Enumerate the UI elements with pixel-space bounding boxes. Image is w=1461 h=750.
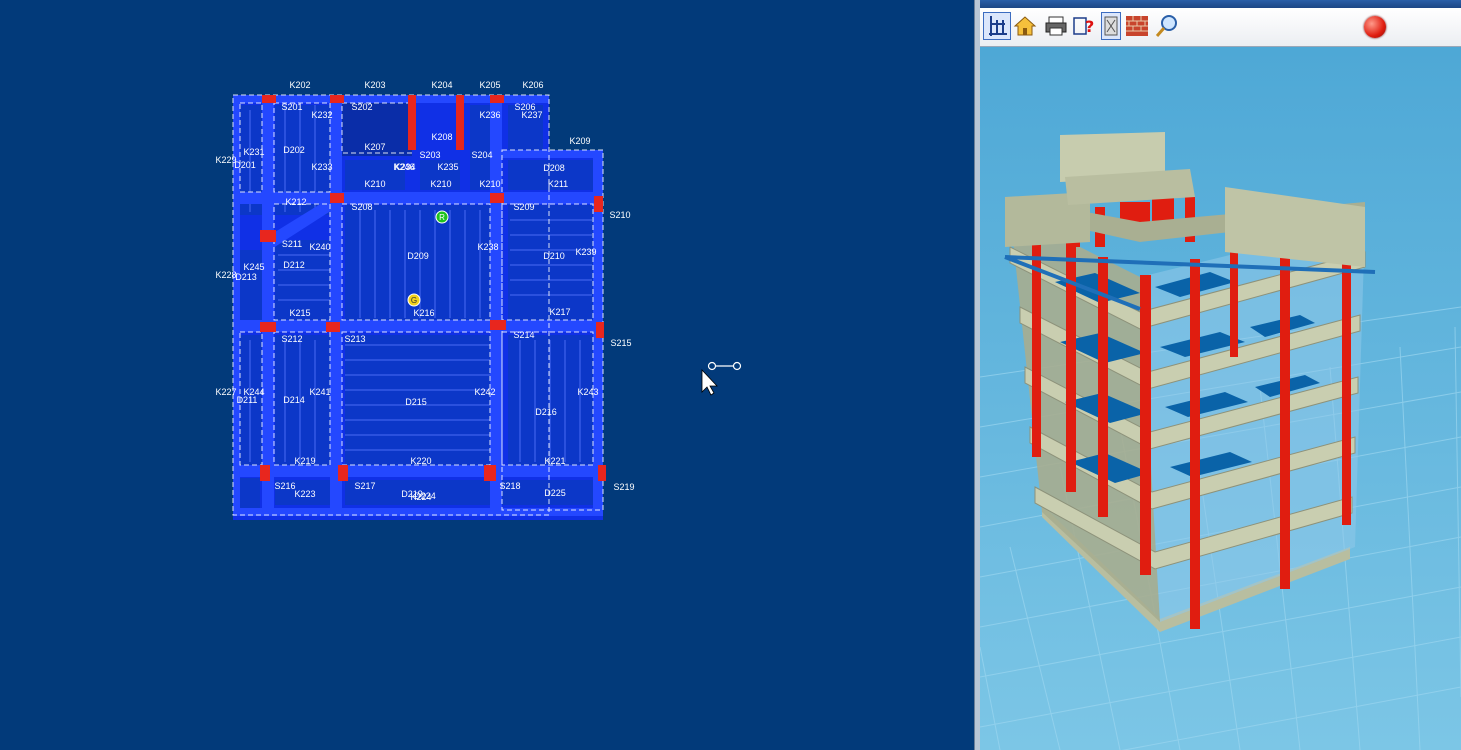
span-label: D209 [407, 251, 429, 261]
beam-label: K243 [577, 387, 598, 397]
beam-label: K241 [309, 387, 330, 397]
span-label: D201 [234, 160, 256, 170]
beam-label: K227 [215, 387, 236, 397]
beam-label: K232 [311, 110, 332, 120]
g-marker-label: G [411, 296, 417, 305]
beam-label: K208 [431, 132, 452, 142]
span-label: D210 [543, 251, 565, 261]
slab-label: S218 [499, 481, 520, 491]
span-label: D213 [235, 272, 257, 282]
slab-label: S209 [513, 202, 534, 212]
viewer-toolbar: ? [980, 8, 1461, 47]
span-label: D202 [283, 145, 305, 155]
slab-label: S202 [351, 102, 372, 112]
plan-canvas[interactable]: R G K202 K203 K204 K205 K206 K208 K209 K207 K210… [0, 0, 974, 750]
beam-label: K239 [575, 247, 596, 257]
beam-label: K209 [569, 136, 590, 146]
slab-label: S215 [610, 338, 631, 348]
beam-label: K246 [393, 162, 414, 172]
beam-label: K221 [544, 456, 565, 466]
beam-label: K235 [437, 162, 458, 172]
beam-label: K212 [285, 197, 306, 207]
beam-label: K236 [479, 110, 500, 120]
axes-icon[interactable] [983, 12, 1011, 40]
3d-viewer-window[interactable]: ? [980, 0, 1461, 750]
slab-label: S212 [281, 334, 302, 344]
span-label: D225 [544, 488, 566, 498]
beam-label: K242 [474, 387, 495, 397]
span-label: D216 [535, 407, 557, 417]
span-label: D224 [414, 491, 436, 501]
window-titlebar[interactable] [980, 0, 1461, 8]
beam-label: K231 [243, 147, 264, 157]
measure-tool-icon [707, 361, 742, 371]
mouse-cursor-icon [701, 368, 718, 396]
floor-plan-drawing[interactable]: R G K202 K203 K204 K205 K206 K208 K209 K207 K210… [0, 0, 974, 750]
print-icon[interactable] [1043, 13, 1069, 39]
beam-label: K210 [479, 179, 500, 189]
beam-label: K217 [549, 307, 570, 317]
beam-label: K211 [548, 179, 568, 189]
checkbox-icon[interactable] [1101, 12, 1121, 40]
slab-label: S208 [351, 202, 372, 212]
beam-label: K204 [431, 80, 452, 90]
beam-label: K245 [243, 262, 264, 272]
beam-label: K233 [311, 162, 332, 172]
close-icon[interactable] [1364, 16, 1386, 38]
span-label: D208 [543, 163, 565, 173]
zoom-icon[interactable] [1154, 13, 1180, 39]
slab-label: S203 [419, 150, 440, 160]
home-icon[interactable] [1012, 13, 1038, 39]
beam-label: K216 [413, 308, 434, 318]
beam-label: K206 [522, 80, 543, 90]
beam-label: K210 [364, 179, 385, 189]
beam-label: K215 [289, 308, 310, 318]
beam-label: K223 [294, 489, 315, 499]
slab-label: S217 [354, 481, 375, 491]
beam-label: K238 [477, 242, 498, 252]
slab-label: S211 [282, 239, 302, 249]
beam-label: K207 [364, 142, 385, 152]
slab-label: S204 [471, 150, 492, 160]
beam-label: K203 [364, 80, 385, 90]
span-label: D212 [283, 260, 305, 270]
slab-label: S213 [344, 334, 365, 344]
wall-icon[interactable] [1124, 13, 1150, 39]
beam-label: K202 [289, 80, 310, 90]
3d-building-model[interactable] [980, 47, 1461, 750]
slab-label: S210 [609, 210, 630, 220]
slab-label: S214 [513, 330, 534, 340]
beam-label: K220 [410, 456, 431, 466]
r-marker-label: R [439, 213, 445, 222]
slab-label: S206 [514, 102, 535, 112]
span-label: D215 [405, 397, 427, 407]
beam-label: K219 [294, 456, 315, 466]
slab-label: S216 [274, 481, 295, 491]
help-icon[interactable]: ? [1073, 13, 1099, 39]
beam-label: K240 [309, 242, 330, 252]
slab-label: S219 [613, 482, 634, 492]
span-label: D211 [237, 395, 258, 405]
beam-label: K210 [430, 179, 451, 189]
slab-label: S201 [281, 102, 302, 112]
beam-label: K228 [215, 270, 236, 280]
svg-text:?: ? [1085, 17, 1094, 36]
span-label: D214 [283, 395, 305, 405]
beam-label: K205 [479, 80, 500, 90]
